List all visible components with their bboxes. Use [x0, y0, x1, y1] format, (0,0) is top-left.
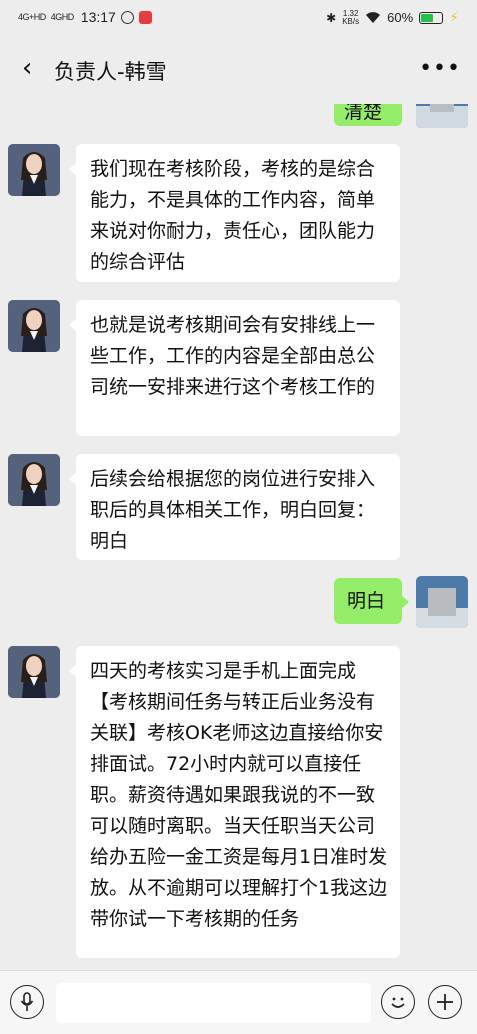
message-text: 四天的考核实习是手机上面完成【考核期间任务与转正后业务没有关联】考核OK老师这边…: [90, 660, 388, 930]
self-avatar[interactable]: [416, 576, 468, 628]
message-bubble-self[interactable]: 清楚: [334, 104, 402, 126]
status-bar: 4G+HD 4GHD 13:17 ✱ 1.32 KB/s 60% ⚡: [0, 0, 477, 36]
chat-header: ‹ 负责人-韩雪 •••: [0, 36, 477, 104]
self-avatar-image: [416, 576, 468, 628]
message-app-icon: [120, 10, 134, 24]
voice-icon: [20, 992, 34, 1011]
status-time: 13:17: [80, 9, 116, 25]
message-bubble-contact[interactable]: 我们现在考核阶段，考核的是综合能力，不是具体的工作内容，简单来说对你耐力，责任心…: [69, 144, 400, 282]
network-speed: 1.32 KB/s: [342, 9, 360, 26]
message-text: 清楚: [344, 104, 383, 123]
signal-1-label: 4G+HD: [18, 11, 46, 22]
input-bar: [0, 970, 477, 1034]
plus-icon: [437, 994, 453, 1010]
self-avatar-image: [416, 104, 468, 128]
message-text: 后续会给根据您的岗位进行安排入职后的具体相关工作，明白回复：明白: [90, 468, 376, 552]
more-options-icon[interactable]: •••: [419, 56, 461, 81]
contact-avatar[interactable]: [8, 300, 60, 352]
speed-unit: KB/s: [342, 16, 360, 26]
signal-2-label: 4GHD: [50, 11, 75, 22]
battery-percent: 60%: [387, 10, 414, 25]
contact-avatar-image: [8, 300, 60, 352]
contact-avatar[interactable]: [8, 646, 60, 698]
plus-button[interactable]: [428, 985, 462, 1019]
message-bubble-contact[interactable]: 四天的考核实习是手机上面完成【考核期间任务与转正后业务没有关联】考核OK老师这边…: [69, 646, 400, 958]
notification-app-icon: [138, 10, 152, 24]
self-avatar[interactable]: [416, 104, 468, 128]
message-bubble-contact[interactable]: 也就是说考核期间会有安排线上一些工作，工作的内容是全部由总公司统一安排来进行这个…: [69, 300, 400, 436]
contact-avatar-image: [8, 144, 60, 196]
message-text: 我们现在考核阶段，考核的是综合能力，不是具体的工作内容，简单来说对你耐力，责任心…: [90, 158, 376, 273]
message-bubble-self[interactable]: 明白: [334, 578, 409, 624]
back-icon[interactable]: ‹: [22, 54, 32, 82]
emoji-icon: [391, 997, 405, 1008]
voice-button[interactable]: [10, 985, 44, 1019]
chat-title: 负责人-韩雪: [54, 60, 167, 84]
message-text: 明白: [347, 590, 386, 612]
bluetooth-icon: ✱: [326, 10, 337, 25]
contact-avatar[interactable]: [8, 144, 60, 196]
wifi-icon: [366, 12, 381, 23]
contact-avatar-image: [8, 454, 60, 506]
emoji-button[interactable]: [381, 985, 415, 1019]
battery-icon: [419, 11, 444, 24]
contact-avatar[interactable]: [8, 454, 60, 506]
contact-avatar-image: [8, 646, 60, 698]
message-bubble-contact[interactable]: 后续会给根据您的岗位进行安排入职后的具体相关工作，明白回复：明白: [69, 454, 400, 560]
charging-icon: ⚡: [449, 9, 459, 25]
message-input[interactable]: [56, 983, 371, 1023]
message-list[interactable]: 清楚 我们现在考核阶段，考核的是综合能力，不是具体的工作内容，简单来说对你耐力，…: [0, 104, 477, 970]
message-text: 也就是说考核期间会有安排线上一些工作，工作的内容是全部由总公司统一安排来进行这个…: [90, 314, 376, 398]
